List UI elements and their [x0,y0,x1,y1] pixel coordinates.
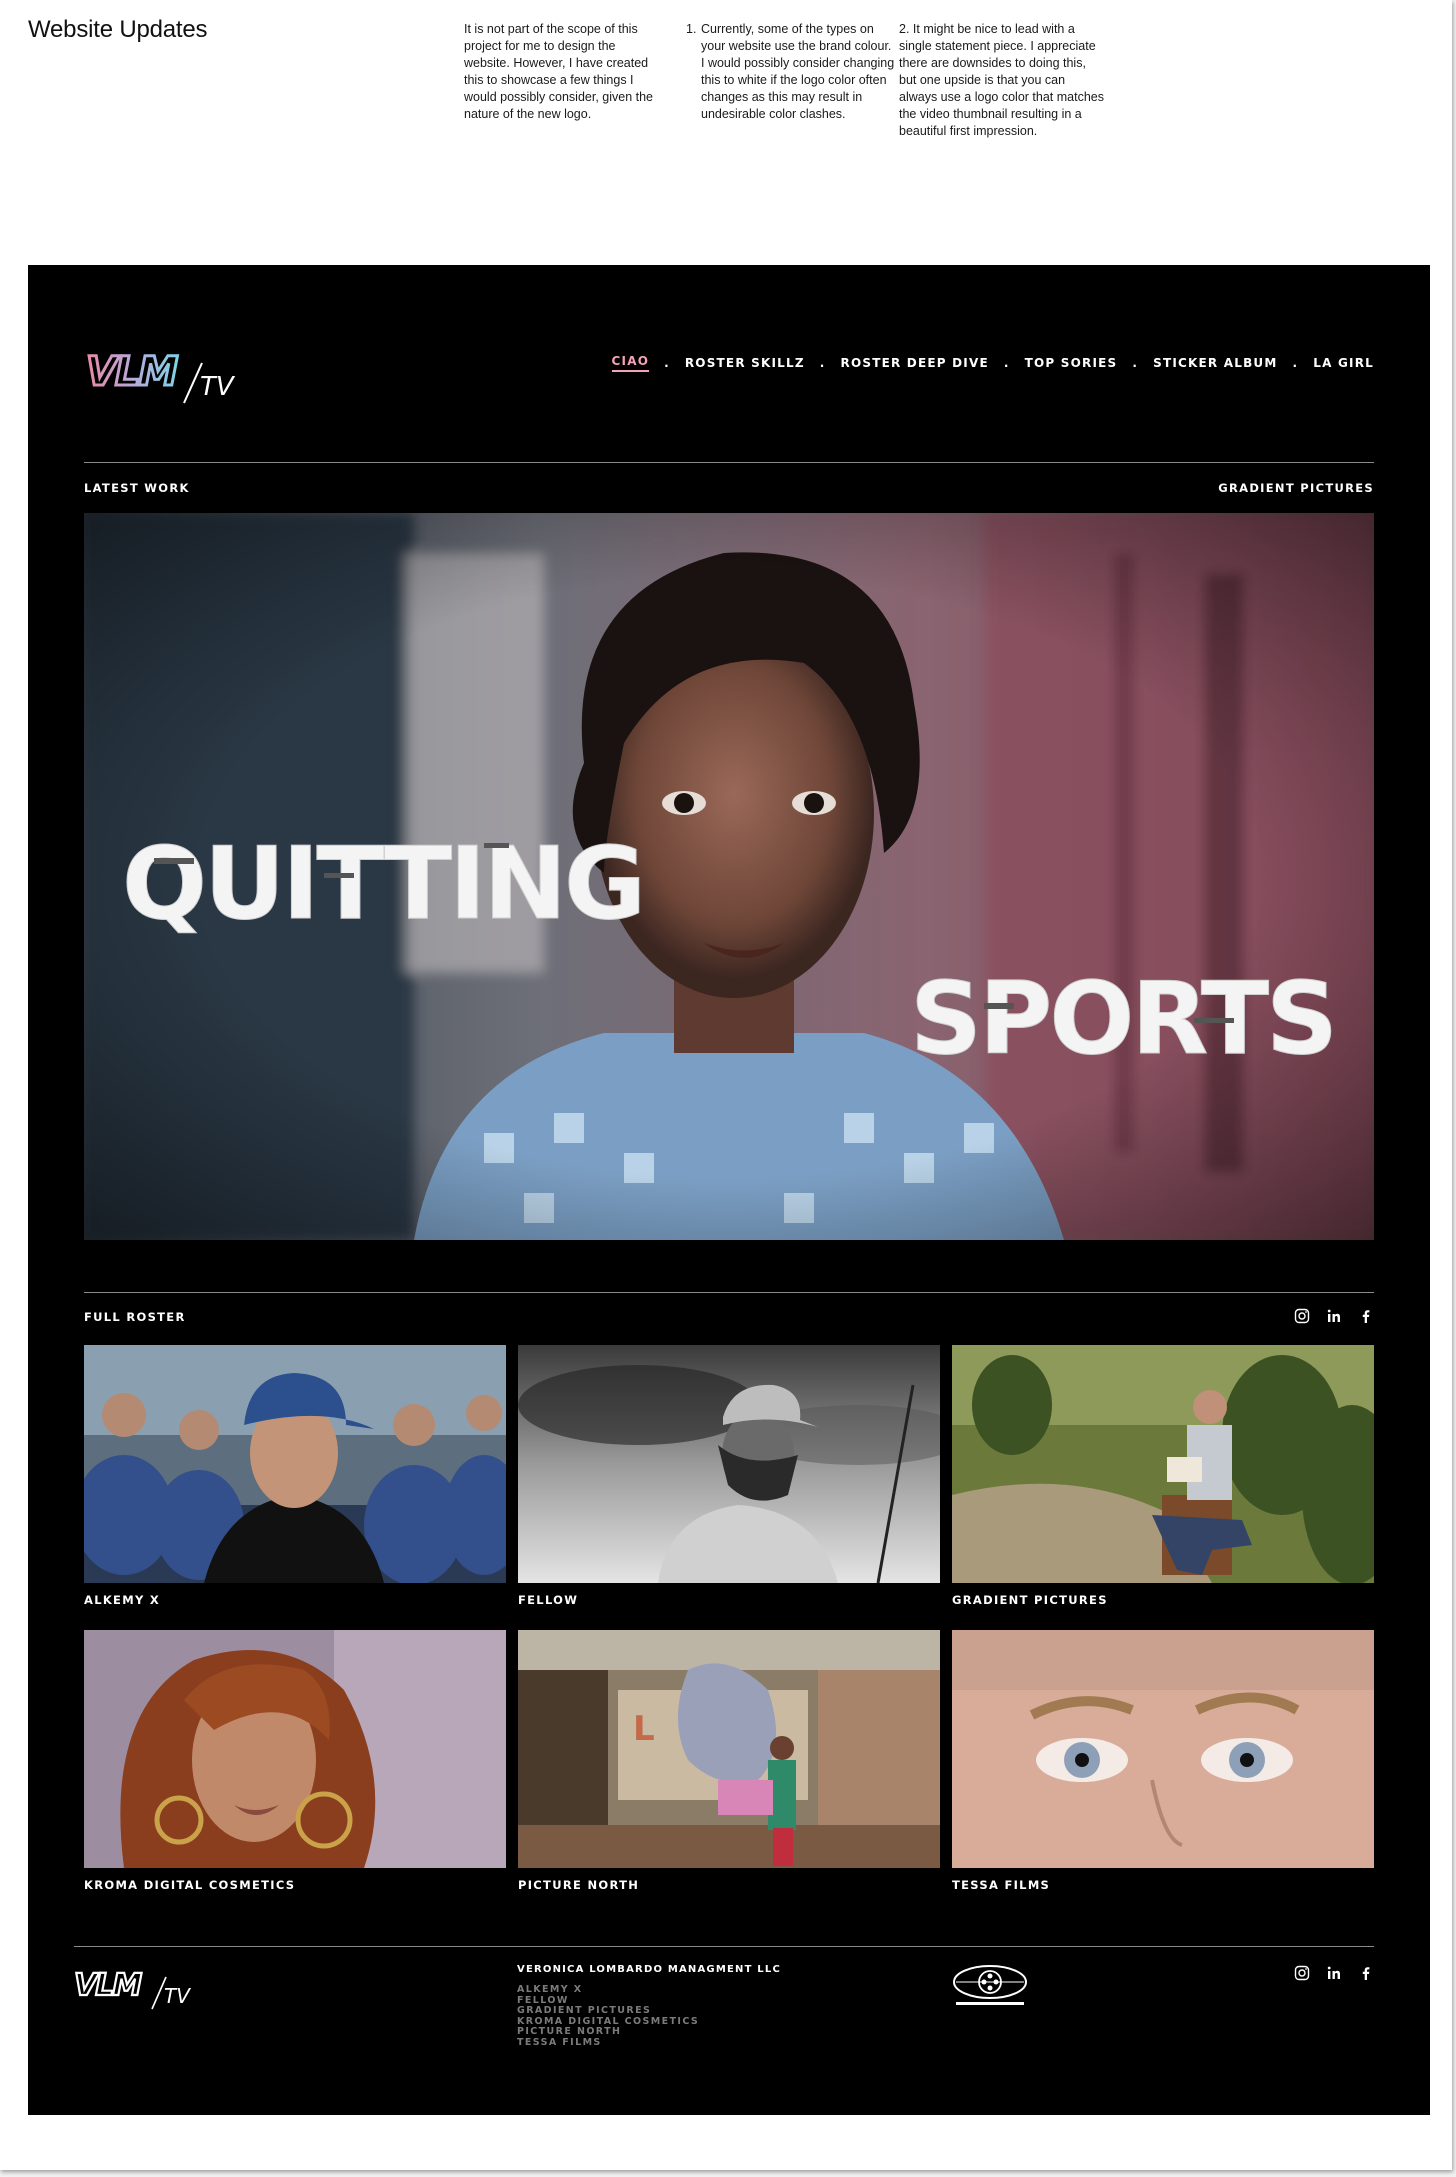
roster-thumbnail[interactable] [952,1345,1374,1583]
footer-social-links [1294,1965,1374,1981]
svg-text:TV: TV [164,1984,191,2008]
roster-name[interactable]: KROMA DIGITAL COSMETICS [84,1878,506,1892]
footer-company-name: VERONICA LOMBARDO MANAGMENT LLC [517,1964,781,1975]
nav-separator: . [1003,356,1010,370]
roster-thumbnail[interactable] [84,1345,506,1583]
nav-item-la-girl[interactable]: LA GIRL [1313,356,1374,370]
hero-video-thumbnail[interactable]: QUITTING SPORTS [84,513,1374,1240]
nav-item-top-sories[interactable]: TOP SORIES [1025,356,1118,370]
roster-tile-picture-north[interactable]: L PICTURE NORTH [518,1630,940,1892]
nav-separator: . [1292,356,1299,370]
roster-name[interactable]: FELLOW [518,1593,940,1607]
nav-separator: . [664,356,670,370]
linkedin-icon[interactable] [1326,1965,1342,1981]
svg-text:TV: TV [200,372,236,402]
latest-work-label: LATEST WORK [84,481,190,495]
facebook-icon[interactable] [1358,1308,1374,1324]
note-1-text: Currently, some of the types on your web… [701,22,895,121]
nav-item-roster-skillz[interactable]: ROSTER SKILLZ [685,356,805,370]
roster-tile-gradient-pictures[interactable]: GRADIENT PICTURES [952,1345,1374,1607]
footer-vlm-logo[interactable]: VLM TV [74,1965,204,2011]
main-nav: CIAO. ROSTER SKILLZ. ROSTER DEEP DIVE. TOP … [611,353,1374,373]
svg-text:VLM: VLM [74,1968,142,2003]
roster-name[interactable]: ALKEMY X [84,1593,506,1607]
website-mockup: VLM TV CIAO. ROSTER SKILLZ. ROSTER DEEP DI… [28,265,1430,2115]
divider [84,462,1374,463]
hero-image: QUITTING SPORTS [84,513,1374,1240]
footer-link[interactable]: TESSA FILMS [517,2037,699,2049]
note-intro: It is not part of the scope of this proj… [464,22,654,121]
note-1-number: 1. [686,22,697,36]
hero-title-line1: QUITTING [122,825,643,942]
roster-name[interactable]: TESSA FILMS [952,1878,1374,1892]
linkedin-icon[interactable] [1326,1308,1342,1324]
roster-name[interactable]: PICTURE NORTH [518,1878,940,1892]
note-2: 2. It might be nice to lead with a singl… [899,22,1104,138]
footer-link[interactable]: GRADIENT PICTURES [517,2005,699,2017]
roster-thumbnail[interactable] [84,1630,506,1868]
roster-name[interactable]: GRADIENT PICTURES [952,1593,1374,1607]
social-links [1294,1308,1374,1324]
footer-link[interactable]: ALKEMY X [517,1984,699,1996]
footer-badge-icon [953,1965,1027,2005]
nav-separator: . [819,356,826,370]
nav-item-ciao[interactable]: CIAO [611,354,650,372]
facebook-icon[interactable] [1358,1965,1374,1981]
instagram-icon[interactable] [1294,1965,1310,1981]
roster-tile-alkemy-x[interactable]: ALKEMY X [84,1345,506,1607]
footer-links: ALKEMY X FELLOW GRADIENT PICTURES KROMA DIG… [517,1984,699,2049]
hero-title-line2: SPORTS [910,960,1335,1077]
instagram-icon[interactable] [1294,1308,1310,1324]
divider [84,1292,1374,1293]
footer-link[interactable]: PICTURE NORTH [517,2026,699,2038]
nav-separator: . [1132,356,1139,370]
roster-tile-tessa-films[interactable]: TESSA FILMS [952,1630,1374,1892]
roster-tile-kroma-digital-cosmetics[interactable]: KROMA DIGITAL COSMETICS [84,1630,506,1892]
document-sheet: Website Updates It is not part of the sc… [0,0,1452,2170]
roster-thumbnail[interactable] [952,1630,1374,1868]
vlm-logo[interactable]: VLM TV [84,345,254,405]
roster-thumbnail[interactable] [518,1345,940,1583]
svg-text:VLM: VLM [86,349,177,395]
full-roster-label: FULL ROSTER [84,1310,186,1324]
roster-thumbnail[interactable]: L [518,1630,940,1868]
nav-item-sticker-album[interactable]: STICKER ALBUM [1153,356,1277,370]
nav-item-roster-deep-dive[interactable]: ROSTER DEEP DIVE [841,356,989,370]
svg-text:L: L [633,1709,655,1749]
roster-tile-fellow[interactable]: FELLOW [518,1345,940,1607]
document-title: Website Updates [28,16,208,43]
divider [74,1946,1374,1947]
latest-work-source[interactable]: GRADIENT PICTURES [1218,481,1374,495]
